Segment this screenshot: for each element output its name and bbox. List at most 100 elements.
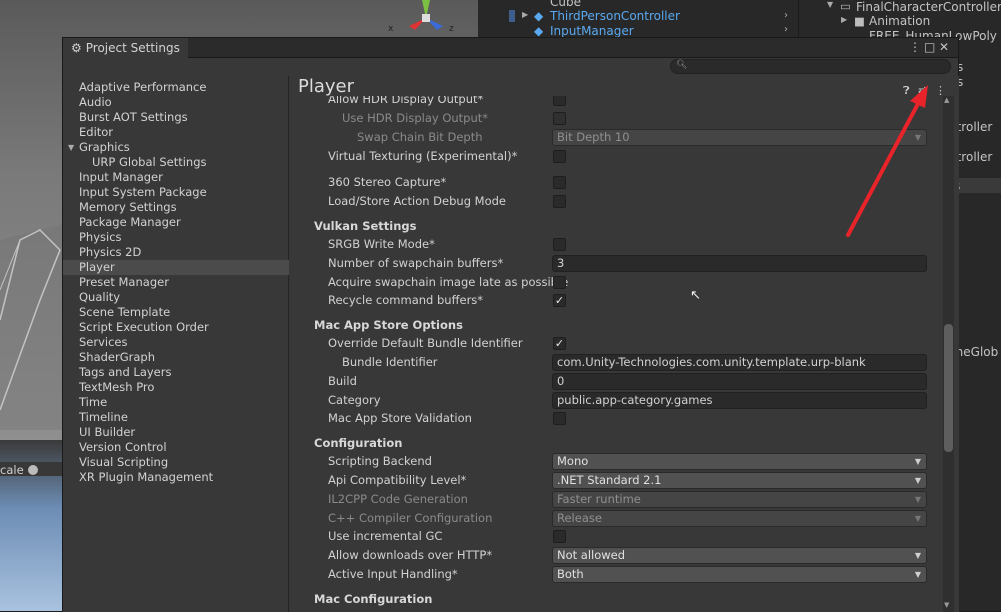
- sidebar-item-preset-manager[interactable]: Preset Manager: [63, 275, 289, 290]
- expand-arrow-icon[interactable]: ▶: [522, 10, 528, 19]
- sidebar-item-memory-settings[interactable]: Memory Settings: [63, 200, 289, 215]
- setting-label-bundle-identifier: Bundle Identifier: [342, 355, 438, 369]
- dropdown-api-compatibility-level[interactable]: .NET Standard 2.1 ▼: [552, 472, 927, 489]
- game-view[interactable]: cale: [0, 440, 62, 611]
- input-number-of-swapchain-buffers[interactable]: 3: [552, 255, 927, 272]
- sidebar-item-adaptive-performance[interactable]: Adaptive Performance: [63, 80, 289, 95]
- sidebar-item-label: Graphics: [79, 140, 130, 154]
- sidebar-item-physics[interactable]: Physics: [63, 230, 289, 245]
- chevron-right-icon[interactable]: ›: [784, 24, 788, 35]
- gizmo-x-label: x: [388, 24, 394, 34]
- sidebar-item-time[interactable]: Time: [63, 395, 289, 410]
- scrollbar-thumb[interactable]: [944, 324, 953, 452]
- sidebar-item-script-execution-order[interactable]: Script Execution Order: [63, 320, 289, 335]
- sidebar-item-label: Input System Package: [79, 185, 207, 199]
- vertical-scrollbar[interactable]: ▲ ▼: [943, 96, 954, 612]
- sidebar-item-input-manager[interactable]: Input Manager: [63, 170, 289, 185]
- sidebar-item-urp-global-settings[interactable]: URP Global Settings: [63, 155, 289, 170]
- folder-icon: ■: [854, 14, 865, 28]
- dropdown-active-input-handling[interactable]: Both ▼: [552, 566, 927, 583]
- expand-arrow-icon[interactable]: ▼: [827, 0, 833, 9]
- sidebar-item-timeline[interactable]: Timeline: [63, 410, 289, 425]
- sidebar-item-player[interactable]: Player: [63, 260, 289, 275]
- dropdown-swap-chain-bit-depth[interactable]: Bit Depth 10 ▼: [552, 129, 927, 146]
- setting-label-build: Build: [328, 374, 357, 388]
- hierarchy-item-thirdpersoncontroller[interactable]: ThirdPersonController: [550, 9, 680, 23]
- project-settings-window: ⚙ Project Settings ⋮ □ ✕ 🔍︎ Adaptive Per…: [62, 37, 959, 612]
- sidebar-item-version-control[interactable]: Version Control: [63, 440, 289, 455]
- setting-label-c-compiler-configuration: C++ Compiler Configuration: [328, 511, 493, 525]
- sidebar-item-services[interactable]: Services: [63, 335, 289, 350]
- sidebar-item-burst-aot-settings[interactable]: Burst AOT Settings: [63, 110, 289, 125]
- chevron-right-icon[interactable]: ›: [784, 10, 788, 21]
- chevron-down-icon: ▼: [914, 133, 921, 142]
- input-category[interactable]: public.app-category.games: [552, 392, 927, 409]
- checkbox-virtual-texturing-experimental[interactable]: [553, 150, 566, 163]
- orientation-gizmo-icon[interactable]: [395, 0, 457, 36]
- scroll-down-icon[interactable]: ▼: [944, 601, 949, 609]
- sidebar-item-editor[interactable]: Editor: [63, 125, 289, 140]
- sidebar-item-input-system-package[interactable]: Input System Package: [63, 185, 289, 200]
- input-bundle-identifier[interactable]: com.Unity-Technologies.com.unity.templat…: [552, 354, 927, 371]
- sidebar-item-audio[interactable]: Audio: [63, 95, 289, 110]
- sidebar-item-visual-scripting[interactable]: Visual Scripting: [63, 455, 289, 470]
- checkbox-load-store-action-debug-mode[interactable]: [553, 195, 566, 208]
- checkbox-use-incremental-gc[interactable]: [553, 530, 566, 543]
- sidebar-item-label: Preset Manager: [79, 275, 169, 289]
- scroll-up-icon[interactable]: ▲: [944, 96, 949, 104]
- checkbox-recycle-command-buffers[interactable]: ✓: [553, 294, 566, 307]
- checkbox-srgb-write-mode[interactable]: [553, 238, 566, 251]
- expand-arrow-icon[interactable]: ▶: [841, 15, 847, 24]
- checkbox-360-stereo-capture[interactable]: [553, 176, 566, 189]
- dropdown-value: Bit Depth 10: [557, 130, 630, 144]
- setting-label-il2cpp-code-generation: IL2CPP Code Generation: [328, 492, 468, 506]
- checkbox-allow-hdr-display-output[interactable]: [553, 96, 566, 106]
- sidebar-item-package-manager[interactable]: Package Manager: [63, 215, 289, 230]
- sidebar-item-ui-builder[interactable]: UI Builder: [63, 425, 289, 440]
- project-item-finalcharactercontroller[interactable]: FinalCharacterController: [856, 0, 1001, 14]
- sidebar-item-label: Scene Template: [79, 305, 171, 319]
- hierarchy-panel: Cube ▶ ◆ ThirdPersonController ◆ InputMa…: [478, 0, 798, 40]
- setting-label-load-store-action-debug-mode: Load/Store Action Debug Mode: [328, 194, 506, 208]
- chevron-down-icon: ▼: [914, 514, 921, 523]
- sidebar-item-tags-and-layers[interactable]: Tags and Layers: [63, 365, 289, 380]
- setting-label-scripting-backend: Scripting Backend: [328, 454, 432, 468]
- setting-label-mac-configuration: Mac Configuration: [314, 592, 433, 606]
- window-titlebar[interactable]: ⚙ Project Settings ⋮ □ ✕: [63, 38, 958, 58]
- project-settings-tab[interactable]: ⚙ Project Settings: [63, 38, 188, 58]
- sidebar-item-label: Timeline: [79, 410, 128, 424]
- sidebar-item-quality[interactable]: Quality: [63, 290, 289, 305]
- dropdown-allow-downloads-over-http[interactable]: Not allowed ▼: [552, 547, 927, 564]
- sidebar-item-shadergraph[interactable]: ShaderGraph: [63, 350, 289, 365]
- sidebar-item-xr-plugin-management[interactable]: XR Plugin Management: [63, 470, 289, 485]
- dropdown-scripting-backend[interactable]: Mono ▼: [552, 453, 927, 470]
- sidebar-item-label: Audio: [79, 95, 112, 109]
- checkbox-use-hdr-display-output[interactable]: [553, 112, 566, 125]
- dropdown-c-compiler-configuration[interactable]: Release ▼: [552, 510, 927, 527]
- window-menu-icon[interactable]: ⋮: [909, 40, 921, 54]
- checkbox-override-default-bundle-identifier[interactable]: ✓: [553, 337, 566, 350]
- settings-rows: Allow HDR Display Output* Use HDR Display…: [289, 96, 943, 612]
- player-settings-panel: Player ❓︎ ⇄ ⋮ Allow HDR Display Output* U…: [289, 76, 959, 612]
- dropdown-il2cpp-code-generation[interactable]: Faster runtime ▼: [552, 491, 927, 508]
- hierarchy-item-cube[interactable]: Cube: [550, 0, 581, 9]
- input-build[interactable]: 0: [552, 373, 927, 390]
- sidebar-item-label: Tags and Layers: [79, 365, 172, 379]
- setting-label-active-input-handling: Active Input Handling*: [328, 567, 458, 581]
- sidebar-item-textmesh-pro[interactable]: TextMesh Pro: [63, 380, 289, 395]
- setting-label-srgb-write-mode: SRGB Write Mode*: [328, 237, 435, 251]
- checkbox-mac-app-store-validation[interactable]: [553, 412, 566, 425]
- maximize-icon[interactable]: □: [924, 40, 935, 54]
- project-item-animation[interactable]: Animation: [869, 14, 930, 28]
- sidebar-item-graphics[interactable]: ▼ Graphics: [63, 140, 289, 155]
- sidebar-item-physics-2d[interactable]: Physics 2D: [63, 245, 289, 260]
- scale-slider[interactable]: [28, 465, 38, 475]
- hierarchy-item-inputmanager[interactable]: InputManager: [550, 24, 634, 38]
- setting-label-vulkan-settings: Vulkan Settings: [314, 219, 417, 233]
- settings-search-input[interactable]: 🔍︎: [670, 59, 951, 74]
- sidebar-item-scene-template[interactable]: Scene Template: [63, 305, 289, 320]
- checkbox-acquire-swapchain-image-late-as-possible[interactable]: [553, 276, 566, 289]
- close-icon[interactable]: ✕: [939, 40, 949, 54]
- setting-label-category: Category: [328, 393, 381, 407]
- expand-arrow-icon[interactable]: ▼: [68, 140, 74, 155]
